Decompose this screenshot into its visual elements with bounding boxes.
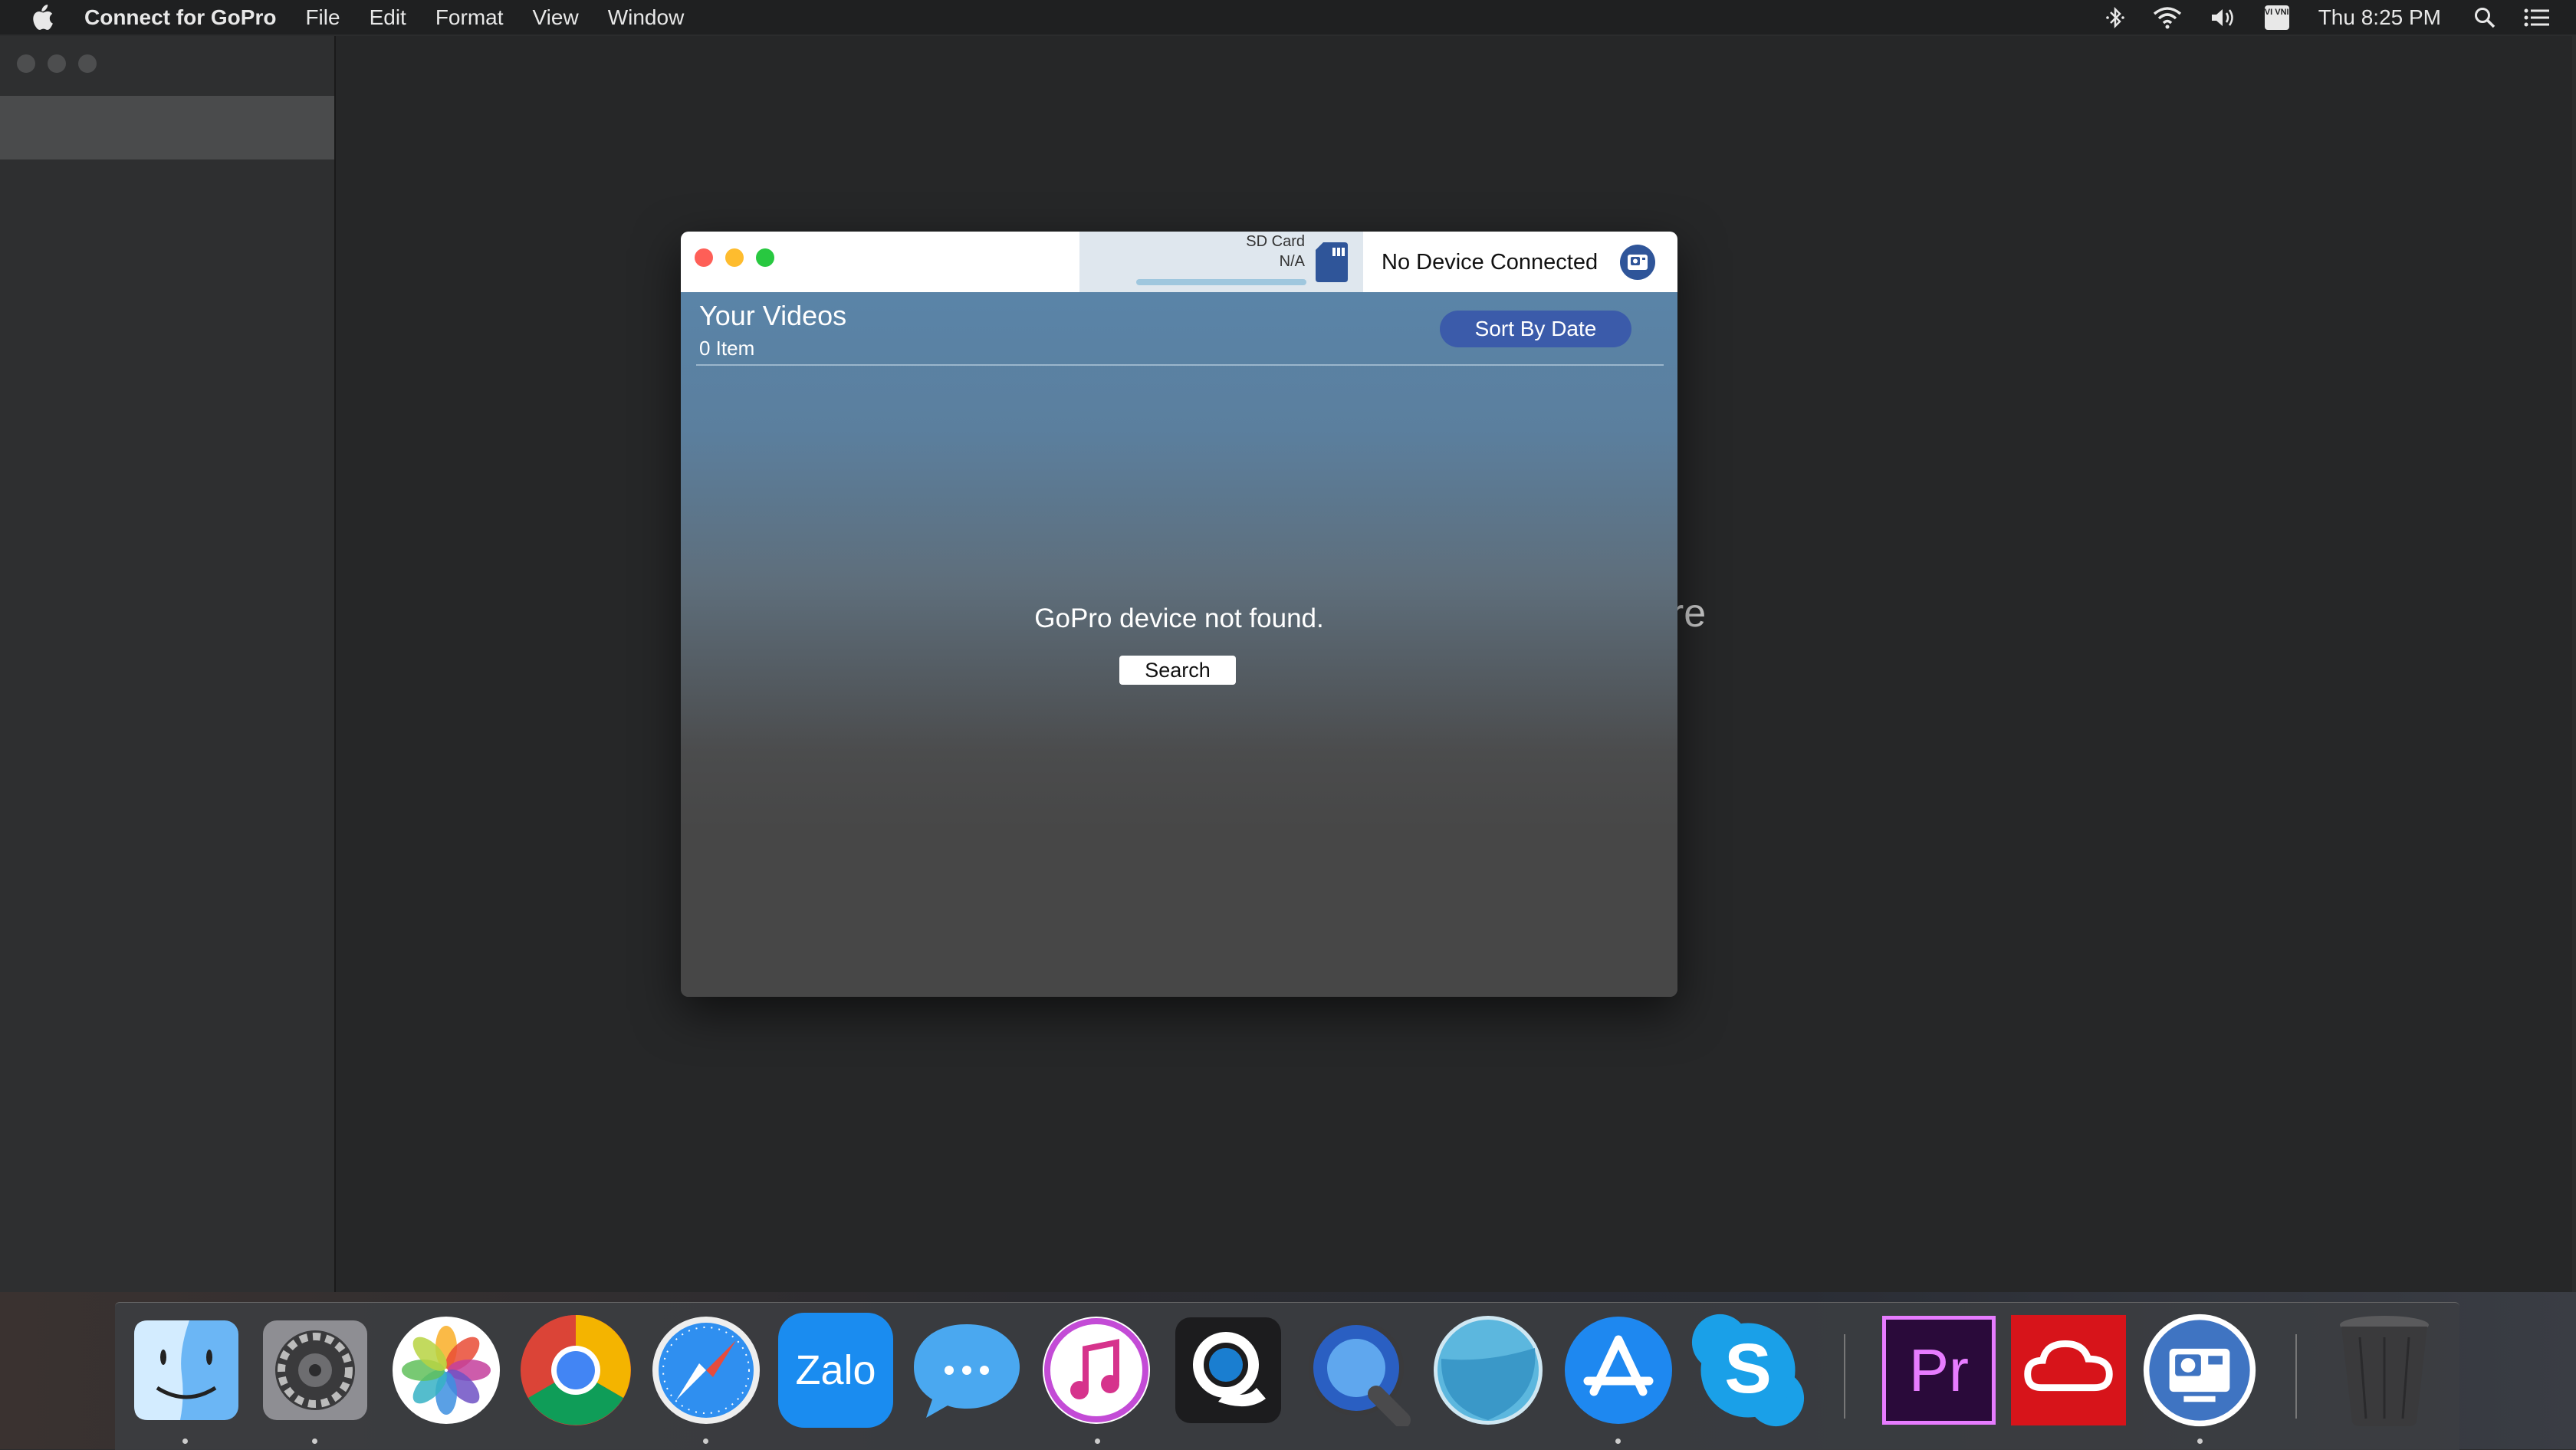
bluetooth-icon[interactable] [2105, 6, 2125, 29]
gopro-titlebar: SD Card N/A No Device Connected [681, 232, 1677, 292]
videos-count: 0 Item [699, 337, 755, 360]
dock-separator [1844, 1334, 1845, 1419]
sd-card-panel: SD Card N/A [1079, 232, 1363, 292]
gopro-running-indicator [2197, 1438, 2203, 1444]
zalo-icon-label: Zalo [778, 1313, 893, 1428]
window-controls [695, 248, 774, 267]
volume-icon[interactable] [2210, 6, 2237, 29]
quicktime-player-7-icon[interactable] [1301, 1313, 1416, 1428]
finder-running-indicator [182, 1438, 188, 1444]
premiere-pro-icon-label: Pr [1882, 1316, 1996, 1425]
background-window-controls [17, 54, 97, 73]
itunes-running-indicator [1095, 1438, 1100, 1444]
header-divider [696, 364, 1664, 366]
skype-icon[interactable]: S [1691, 1313, 1806, 1428]
dock-separator-trash [2295, 1334, 2297, 1419]
inactive-close-button[interactable] [17, 54, 35, 73]
sd-card-icon [1316, 242, 1348, 286]
inactive-zoom-button[interactable] [78, 54, 97, 73]
connect-for-gopro-dock-icon[interactable] [2142, 1313, 2257, 1428]
zoom-button[interactable] [756, 248, 774, 267]
svg-text:S: S [1724, 1328, 1772, 1408]
menu-bar: Connect for GoPro File Edit Format View … [0, 0, 2576, 35]
safari-running-indicator [703, 1438, 708, 1444]
menu-window[interactable]: Window [593, 0, 699, 35]
menu-file[interactable]: File [291, 0, 354, 35]
input-source-icon[interactable]: VI VNI [2264, 5, 2289, 30]
menu-clock[interactable]: Thu 8:25 PM [2318, 5, 2441, 30]
wifi-icon[interactable] [2153, 6, 2182, 29]
close-button[interactable] [695, 248, 713, 267]
app-store-icon[interactable] [1561, 1313, 1676, 1428]
inactive-minimize-button[interactable] [48, 54, 66, 73]
device-connection-icon[interactable] [1619, 244, 1656, 284]
trash-icon[interactable] [2327, 1313, 2442, 1428]
background-sidebar [0, 36, 336, 1292]
sidebar-selected-row[interactable] [0, 96, 334, 159]
menu-app-name[interactable]: Connect for GoPro [84, 0, 291, 35]
photos-icon[interactable] [389, 1313, 504, 1428]
premiere-pro-icon[interactable]: Pr [1881, 1313, 1996, 1428]
videos-panel: Your Videos 0 Item Sort By Date GoPro de… [681, 292, 1677, 997]
system-preferences-icon[interactable] [258, 1313, 373, 1428]
itunes-icon[interactable] [1039, 1313, 1154, 1428]
videos-title: Your Videos [699, 300, 847, 331]
creative-cloud-icon[interactable] [2011, 1313, 2126, 1428]
safari-icon[interactable] [649, 1313, 764, 1428]
minimize-button[interactable] [725, 248, 744, 267]
browser-sphere-icon[interactable] [1431, 1313, 1546, 1428]
menu-view[interactable]: View [518, 0, 593, 35]
sd-card-value: N/A [1279, 253, 1305, 270]
sort-by-date-button[interactable]: Sort By Date [1440, 311, 1631, 347]
spotlight-search-icon[interactable] [2473, 6, 2496, 29]
device-not-found-message: GoPro device not found. [1034, 603, 1324, 633]
device-status: No Device Connected [1382, 250, 1598, 275]
quicktime-player-icon[interactable] [1171, 1313, 1286, 1428]
sd-card-usage-bar [1136, 279, 1306, 285]
apple-menu-icon[interactable] [0, 4, 84, 31]
menu-edit[interactable]: Edit [355, 0, 421, 35]
menu-format[interactable]: Format [421, 0, 518, 35]
finder-icon[interactable] [129, 1313, 244, 1428]
zalo-icon[interactable]: Zalo [778, 1313, 893, 1428]
app-store-running-indicator [1615, 1438, 1621, 1444]
search-button[interactable]: Search [1119, 656, 1236, 685]
gopro-window: SD Card N/A No Device Connected Your Vid… [681, 232, 1677, 997]
system-preferences-running-indicator [312, 1438, 317, 1444]
notification-center-icon[interactable] [2524, 7, 2550, 28]
sd-card-label: SD Card [1246, 233, 1305, 250]
messages-icon[interactable] [909, 1313, 1024, 1428]
chrome-icon[interactable] [518, 1313, 633, 1428]
input-source-label: VI VNI [2264, 5, 2289, 30]
